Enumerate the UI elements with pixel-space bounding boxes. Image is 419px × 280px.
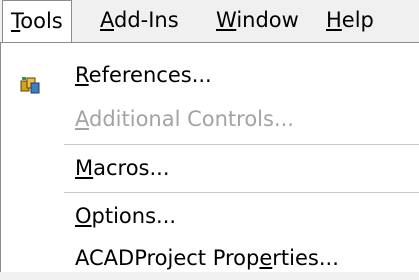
menu-help-mnemonic: H bbox=[326, 8, 342, 32]
menu-item-options[interactable]: Options... bbox=[1, 194, 419, 238]
menu-separator bbox=[64, 192, 419, 193]
menu-tools[interactable]: Tools bbox=[2, 0, 72, 43]
menu-add-ins-mnemonic: A bbox=[100, 8, 114, 32]
menu-item-options-label: Options... bbox=[75, 204, 177, 228]
menu-item-project-properties-label: ACADProject Properties... bbox=[75, 246, 339, 270]
menu-tools-mnemonic: T bbox=[11, 9, 21, 33]
menu-item-project-properties[interactable]: ACADProject Properties... bbox=[1, 236, 419, 280]
menu-add-ins[interactable]: Add-Ins bbox=[92, 0, 187, 42]
menu-bar: Tools Add-Ins Window Help bbox=[0, 0, 419, 43]
menu-item-additional-controls[interactable]: Additional Controls... bbox=[1, 97, 419, 141]
menu-window-mnemonic: W bbox=[216, 8, 237, 32]
menu-item-references-label: References... bbox=[75, 63, 212, 87]
tools-dropdown-menu: References... Additional Controls... Mac… bbox=[0, 42, 419, 272]
menu-separator bbox=[64, 144, 419, 145]
menu-window[interactable]: Window bbox=[208, 0, 307, 42]
menu-item-additional-controls-label: Additional Controls... bbox=[75, 107, 294, 131]
menu-item-references[interactable]: References... bbox=[1, 53, 419, 97]
menu-item-macros[interactable]: Macros... bbox=[1, 146, 419, 190]
menu-item-macros-label: Macros... bbox=[75, 156, 170, 180]
references-icon bbox=[19, 66, 41, 94]
menu-help[interactable]: Help bbox=[318, 0, 382, 42]
